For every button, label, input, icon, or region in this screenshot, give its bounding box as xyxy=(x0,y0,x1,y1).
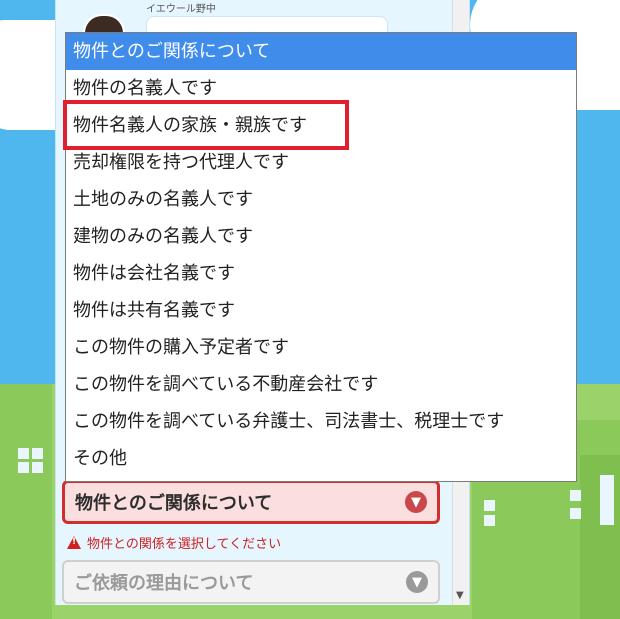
warning-icon xyxy=(67,536,81,549)
building-window xyxy=(570,508,581,519)
option-other[interactable]: その他 xyxy=(66,440,576,477)
option-real-estate-company[interactable]: この物件を調べている不動産会社です xyxy=(66,366,576,403)
avatar-hair xyxy=(85,16,123,32)
building-window xyxy=(484,500,495,511)
scroll-down-arrow-icon[interactable]: ▼ xyxy=(456,590,464,601)
reason-select[interactable]: ご依頼の理由について ▼ xyxy=(62,560,440,604)
option-co-owned[interactable]: 物件は共有名義です xyxy=(66,292,576,329)
error-message: 物件との関係を選択してください xyxy=(87,537,282,552)
chevron-down-icon: ▼ xyxy=(406,571,428,593)
highlight-annotation xyxy=(63,100,349,150)
validation-error: 物件との関係を選択してください xyxy=(67,533,281,552)
reason-select-label: ご依頼の理由について xyxy=(74,573,254,594)
relationship-select[interactable]: 物件とのご関係について ▼ xyxy=(62,480,440,524)
option-building-only-owner[interactable]: 建物のみの名義人です xyxy=(66,218,576,255)
option-placeholder[interactable]: 物件とのご関係について xyxy=(66,33,576,70)
building-window xyxy=(570,490,581,501)
option-legal-professional[interactable]: この物件を調べている弁護士、司法書士、税理士です xyxy=(66,403,576,440)
relationship-select-label: 物件とのご関係について xyxy=(75,493,273,514)
option-prospective-buyer[interactable]: この物件の購入予定者です xyxy=(66,329,576,366)
building-window xyxy=(18,448,29,459)
agent-name: イエウール野中 xyxy=(146,4,216,15)
option-company-owned[interactable]: 物件は会社名義です xyxy=(66,255,576,292)
building xyxy=(0,384,52,619)
building-window xyxy=(32,462,43,473)
building-window xyxy=(600,475,614,525)
option-land-only-owner[interactable]: 土地のみの名義人です xyxy=(66,181,576,218)
building-window xyxy=(484,515,495,526)
building-window xyxy=(18,462,29,473)
building-window xyxy=(32,448,43,459)
chevron-down-icon: ▼ xyxy=(405,491,427,513)
